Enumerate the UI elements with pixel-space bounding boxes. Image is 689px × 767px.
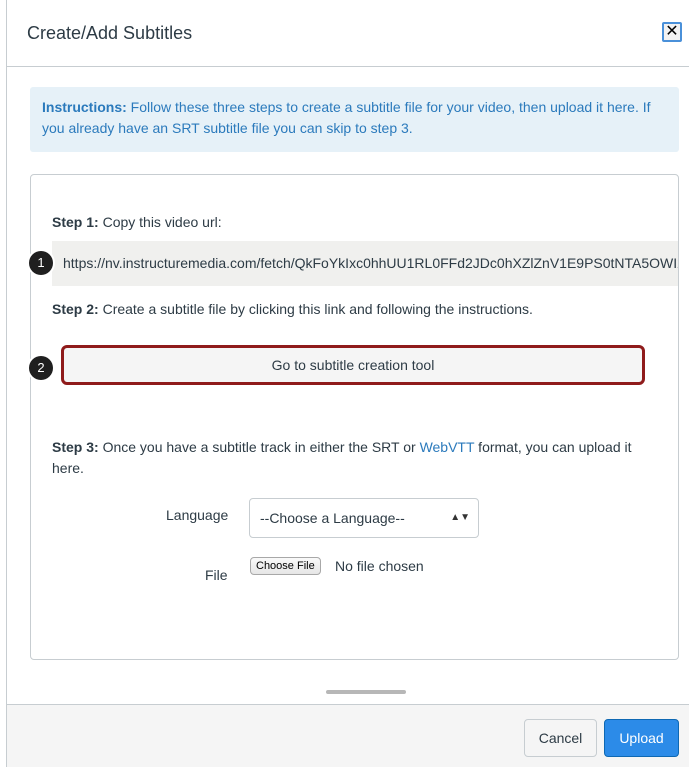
webvtt-link[interactable]: WebVTT	[420, 439, 475, 455]
step3-description-start: Once you have a subtitle track in either…	[98, 439, 420, 455]
step1-text: Step 1: Copy this video url:	[52, 212, 222, 233]
instructions-text: Follow these three steps to create a sub…	[42, 99, 651, 136]
callout-badge-2: 2	[29, 356, 53, 380]
step2-description: Create a subtitle file by clicking this …	[98, 301, 533, 317]
video-url-field[interactable]: https://nv.instructuremedia.com/fetch/Qk…	[52, 241, 678, 286]
instructions-box: Instructions: Follow these three steps t…	[30, 87, 679, 152]
upload-button[interactable]: Upload	[604, 719, 679, 757]
close-icon: ✕	[665, 23, 679, 40]
step2-text: Step 2: Create a subtitle file by clicki…	[52, 299, 533, 320]
create-subtitles-dialog: Create/Add Subtitles ✕ Instructions: Fol…	[6, 0, 689, 767]
subtitle-creation-tool-button[interactable]: Go to subtitle creation tool	[61, 345, 645, 385]
scroll-indicator[interactable]	[326, 690, 406, 694]
step3-text: Step 3: Once you have a subtitle track i…	[52, 437, 657, 479]
choose-file-button[interactable]: Choose File	[250, 557, 321, 575]
step3-label: Step 3:	[52, 439, 99, 455]
callout-badge-1: 1	[29, 251, 53, 275]
cancel-button-label: Cancel	[538, 730, 583, 746]
steps-panel: Step 1: Copy this video url: https://nv.…	[30, 174, 679, 660]
instructions-label: Instructions:	[42, 99, 127, 115]
step2-label: Step 2:	[52, 301, 99, 317]
cancel-button[interactable]: Cancel	[524, 719, 597, 757]
step1-label: Step 1:	[52, 214, 99, 230]
upload-button-label: Upload	[619, 730, 664, 746]
select-arrows-icon: ▲▼	[450, 512, 470, 523]
language-select[interactable]: --Choose a Language-- ▲▼	[249, 498, 479, 538]
subtitle-creation-tool-label: Go to subtitle creation tool	[271, 357, 435, 373]
dialog-title: Create/Add Subtitles	[27, 23, 193, 43]
language-label: Language	[166, 507, 229, 523]
dialog-header: Create/Add Subtitles ✕	[7, 0, 689, 67]
video-url-text: https://nv.instructuremedia.com/fetch/Qk…	[63, 255, 678, 271]
file-status-text: No file chosen	[335, 558, 424, 574]
close-button[interactable]: ✕	[662, 22, 682, 42]
step1-description: Copy this video url:	[98, 214, 222, 230]
dialog-footer: Cancel Upload	[7, 704, 689, 767]
file-label: File	[205, 567, 228, 583]
language-select-value: --Choose a Language--	[260, 510, 405, 526]
